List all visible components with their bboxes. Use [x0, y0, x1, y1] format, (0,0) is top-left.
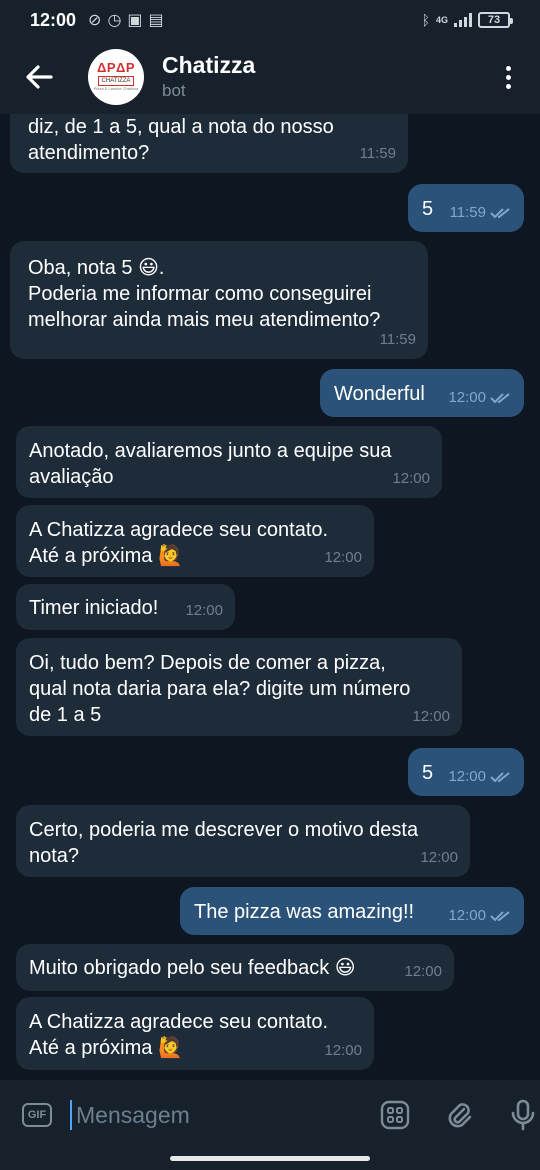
chat-title-block[interactable]: Chatizza bot — [162, 51, 255, 103]
dot-icon — [505, 74, 511, 80]
message-text: Muito obrigado pelo seu feedback 😃 — [29, 957, 356, 979]
message-time: 12:00 — [448, 389, 486, 406]
message-text: A Chatizza agradece seu contato. Até a p… — [29, 1011, 329, 1059]
double-check-icon — [490, 772, 510, 783]
message-input-bar: GIF — [0, 1080, 540, 1150]
message-outgoing: The pizza was amazing!! 12:00 — [180, 887, 524, 935]
message-incoming: Anotado, avaliaremos junto a equipe sua … — [16, 426, 442, 498]
message-outgoing: Wonderful 12:00 — [320, 369, 524, 417]
back-button[interactable] — [22, 60, 56, 94]
avatar[interactable]: ΔPΔP CHATIZZA Pizza & Lanche Chatizza — [88, 49, 144, 105]
message-text: Oi, tudo bem? Depois de comer a pizza, q… — [29, 652, 411, 726]
attach-button[interactable] — [442, 1098, 476, 1132]
message-outgoing: 5 11:59 — [408, 184, 524, 232]
signal-icon — [454, 13, 472, 27]
chat-subtitle: bot — [162, 81, 186, 100]
dot-icon — [505, 65, 511, 71]
message-text: Wonderful — [334, 383, 425, 405]
message-time: 11:59 — [449, 204, 486, 221]
message-outgoing: 5 12:00 — [408, 748, 524, 796]
message-time: 11:59 — [359, 145, 396, 162]
message-incoming: A Chatizza agradece seu contato. Até a p… — [16, 505, 374, 577]
message-text: Oba, nota 5 😃. Poderia me informar como … — [28, 257, 381, 331]
status-bar: 12:00 ⊘ ◷ ▣ ▤ ᛒ 4G 73 — [0, 0, 540, 40]
message-time: 11:59 — [379, 331, 416, 348]
message-time-container: 12:00 — [448, 764, 512, 790]
avatar-logo-name: CHATIZZA — [97, 76, 135, 86]
message-text: 5 — [422, 198, 434, 220]
message-time-container: 12:00 — [448, 903, 512, 929]
battery-icon: 73 — [478, 12, 513, 28]
message-time-container: 11:59 — [450, 200, 512, 226]
message-text: The pizza was amazing!! — [194, 901, 415, 923]
message-text: Timer iniciado! — [29, 597, 159, 619]
notification-icons: ⊘ ◷ ▣ ▤ — [88, 10, 164, 30]
chat-title: Chatizza — [162, 52, 256, 78]
home-indicator[interactable] — [170, 1156, 370, 1161]
double-check-icon — [490, 208, 510, 219]
message-incoming: Certo, poderia me descrever o motivo des… — [16, 805, 470, 877]
message-time: 12:00 — [448, 768, 486, 785]
chat-header: ΔPΔP CHATIZZA Pizza & Lanche Chatizza Ch… — [0, 40, 540, 114]
message-text: 5 — [422, 762, 434, 784]
system-nav-bar — [0, 1150, 540, 1170]
paperclip-icon — [448, 1103, 472, 1128]
mute-alarm-icon: ⊘ — [88, 12, 102, 29]
alarm-clock-icon: ◷ — [107, 12, 122, 29]
bluetooth-icon: ᛒ — [421, 12, 430, 28]
message-incoming: A Chatizza agradece seu contato. Até a p… — [16, 997, 374, 1070]
avatar-logo-top: ΔPΔP — [96, 60, 136, 75]
status-right: ᛒ 4G 73 — [421, 12, 513, 28]
network-label: 4G — [435, 15, 448, 25]
message-incoming: Muito obrigado pelo seu feedback 😃 12:00 — [16, 944, 454, 991]
message-list[interactable]: diz, de 1 a 5, qual a nota do nosso aten… — [0, 0, 540, 1080]
avatar-logo-sub: Pizza & Lanche Chatizza — [93, 86, 139, 91]
message-text: Anotado, avaliaremos junto a equipe sua … — [29, 440, 392, 488]
message-text: A Chatizza agradece seu contato. Até a p… — [29, 519, 329, 567]
message-incoming: Oba, nota 5 😃. Poderia me informar como … — [10, 241, 428, 359]
message-time: 12:00 — [404, 963, 442, 980]
text-cursor — [70, 1100, 72, 1130]
gif-button[interactable]: GIF — [22, 1103, 52, 1127]
bot-commands-button[interactable] — [378, 1098, 412, 1132]
microphone-icon — [511, 1099, 535, 1131]
message-incoming: Oi, tudo bem? Depois de comer a pizza, q… — [16, 638, 462, 736]
message-time: 12:00 — [392, 470, 430, 487]
message-incoming: Timer iniciado! 12:00 — [16, 584, 235, 630]
outlook-icon: ▣ — [127, 12, 143, 29]
voice-message-button[interactable] — [506, 1098, 540, 1132]
message-time: 12:00 — [185, 602, 223, 619]
message-time: 12:00 — [324, 549, 362, 566]
message-time: 12:00 — [448, 907, 486, 924]
status-time: 12:00 — [30, 9, 77, 30]
dot-icon — [505, 83, 511, 89]
teams-icon: ▤ — [148, 12, 164, 29]
message-time: 12:00 — [324, 1042, 362, 1059]
message-time: 12:00 — [420, 849, 458, 866]
double-check-icon — [490, 911, 510, 922]
double-check-icon — [490, 393, 510, 404]
bot-commands-icon — [380, 1100, 410, 1130]
message-input[interactable] — [74, 1100, 328, 1130]
message-text: diz, de 1 a 5, qual a nota do nosso aten… — [28, 116, 334, 164]
battery-level: 73 — [487, 14, 501, 26]
message-text: Certo, poderia me descrever o motivo des… — [29, 819, 419, 867]
back-arrow-icon — [26, 65, 53, 89]
message-time-container: 12:00 — [448, 385, 512, 411]
more-options-button[interactable] — [498, 62, 518, 92]
message-time: 12:00 — [412, 708, 450, 725]
